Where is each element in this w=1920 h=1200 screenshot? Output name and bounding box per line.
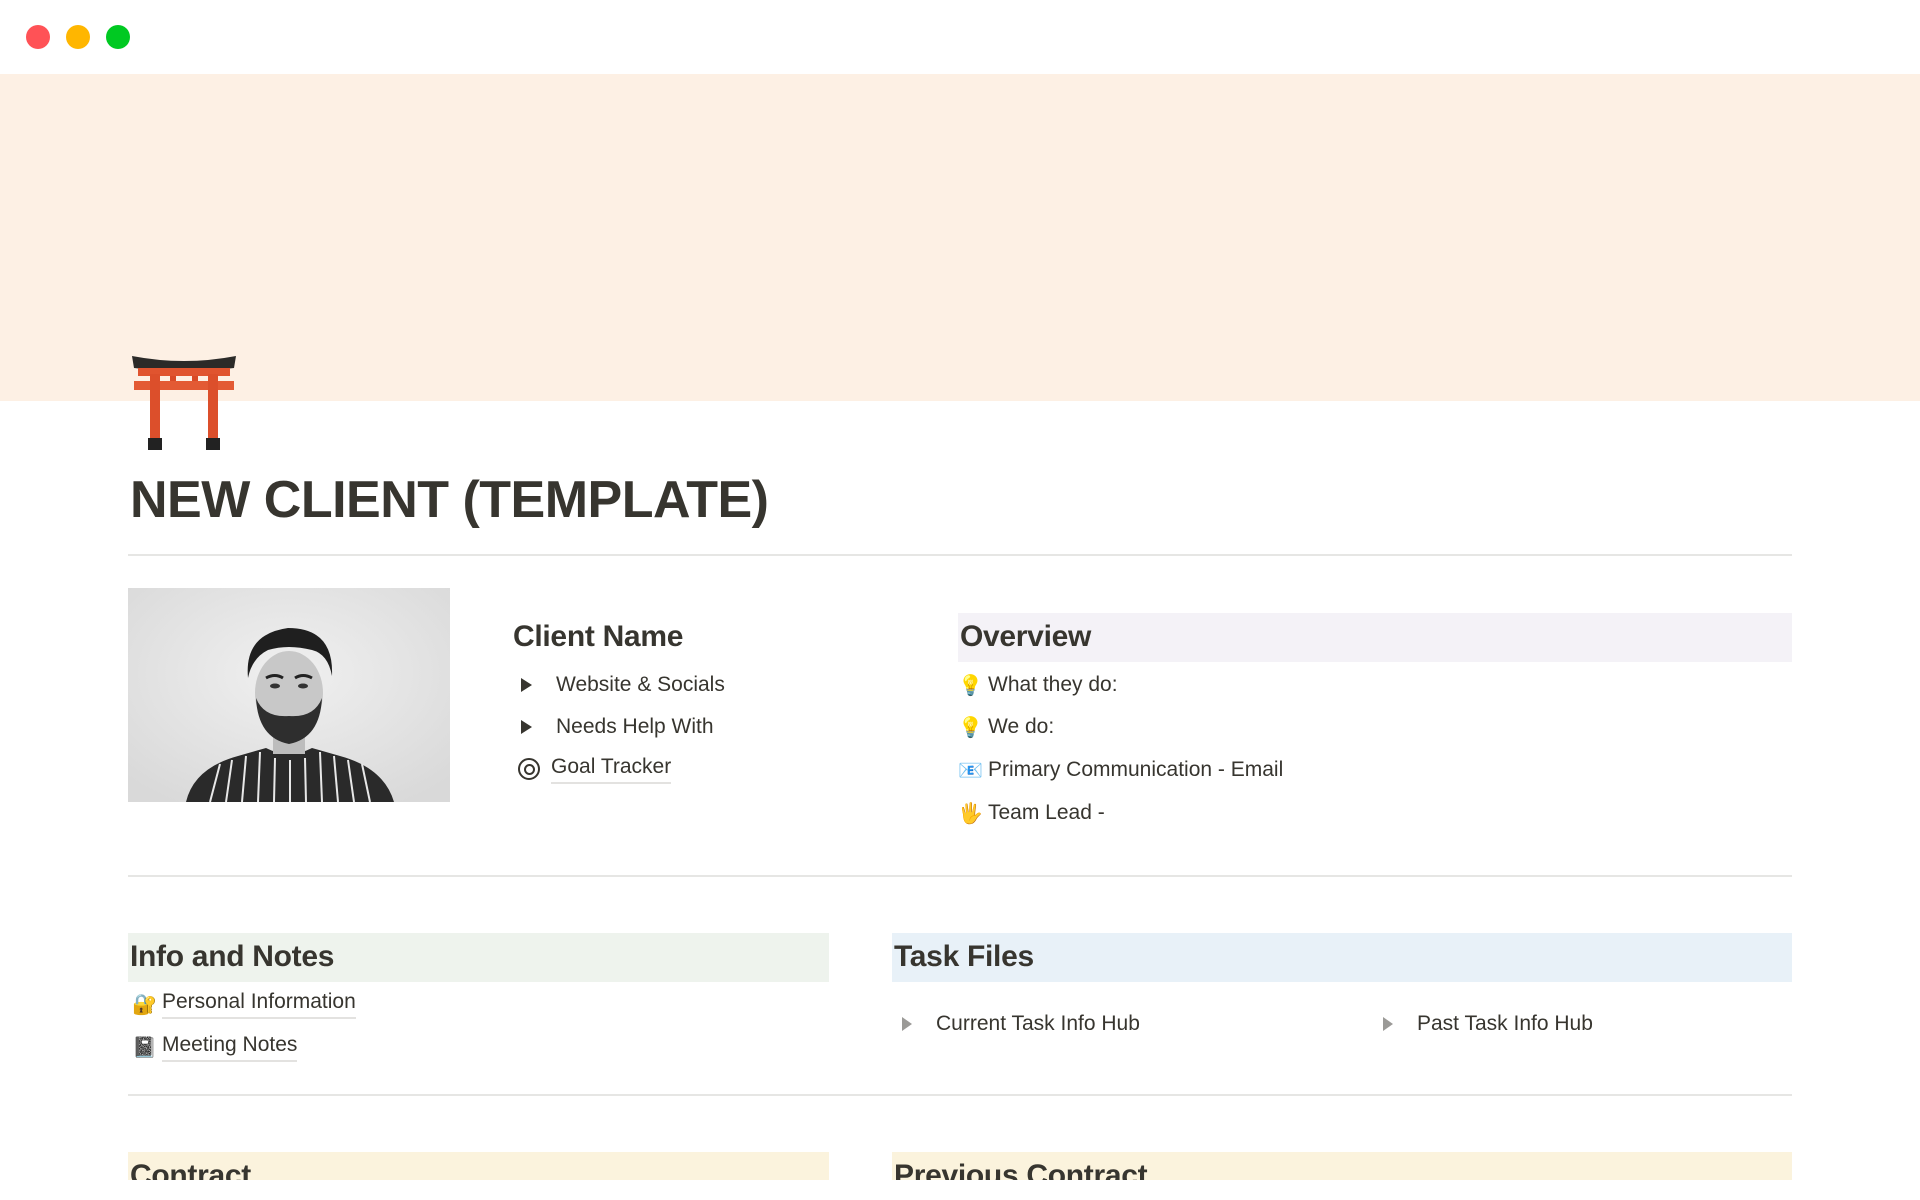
divider bbox=[128, 554, 1792, 556]
light-bulb-icon: 💡 bbox=[958, 674, 983, 697]
overview-item-what-they-do[interactable]: 💡 What they do: bbox=[958, 670, 1118, 700]
target-icon bbox=[518, 758, 540, 780]
page-link-label[interactable]: Goal Tracker bbox=[551, 754, 672, 784]
toggle-label: Current Task Info Hub bbox=[936, 1012, 1140, 1035]
page-link-personal-information[interactable]: 🔐 Personal Information bbox=[132, 989, 356, 1019]
overview-item-label: We do: bbox=[988, 715, 1055, 738]
toggle-label: Needs Help With bbox=[556, 715, 714, 738]
previous-contract-heading[interactable]: Previous Contract bbox=[894, 1159, 1148, 1180]
overview-heading[interactable]: Overview bbox=[960, 620, 1091, 654]
contract-heading[interactable]: Contract bbox=[130, 1159, 251, 1180]
previous-contract-heading-background: Previous Contract bbox=[892, 1152, 1792, 1180]
toggle-triangle-icon[interactable] bbox=[521, 720, 532, 734]
toggle-label: Website & Socials bbox=[556, 673, 725, 696]
toggle-triangle-icon[interactable] bbox=[521, 678, 532, 692]
overview-item-label: Team Lead - bbox=[988, 801, 1105, 824]
toggle-triangle-icon[interactable] bbox=[902, 1017, 912, 1031]
overview-item-we-do[interactable]: 💡 We do: bbox=[958, 712, 1054, 742]
minimize-window-button[interactable] bbox=[66, 25, 90, 49]
toggle-needs-help-with[interactable]: Needs Help With bbox=[513, 712, 714, 742]
torii-gate-icon[interactable] bbox=[130, 350, 238, 452]
toggle-label: Past Task Info Hub bbox=[1417, 1012, 1593, 1035]
close-window-button[interactable] bbox=[26, 25, 50, 49]
page-link-meeting-notes[interactable]: 📓 Meeting Notes bbox=[132, 1032, 298, 1062]
notebook-icon: 📓 bbox=[132, 1036, 157, 1059]
page-title[interactable]: NEW CLIENT (TEMPLATE) bbox=[130, 470, 769, 530]
toggle-current-task-info-hub[interactable]: Current Task Info Hub bbox=[894, 1009, 1140, 1039]
light-bulb-icon: 💡 bbox=[958, 716, 983, 739]
task-files-heading[interactable]: Task Files bbox=[894, 940, 1034, 974]
overview-item-team-lead[interactable]: 🖐 Team Lead - bbox=[958, 798, 1105, 828]
overview-item-label: What they do: bbox=[988, 673, 1118, 696]
contract-heading-background: Contract bbox=[128, 1152, 829, 1180]
toggle-website-socials[interactable]: Website & Socials bbox=[513, 670, 725, 700]
raised-hand-icon: 🖐 bbox=[958, 802, 983, 825]
toggle-past-task-info-hub[interactable]: Past Task Info Hub bbox=[1375, 1009, 1593, 1039]
client-portrait-photo[interactable] bbox=[128, 588, 450, 802]
divider bbox=[128, 875, 1792, 877]
client-name-heading[interactable]: Client Name bbox=[513, 620, 683, 654]
page-link-label[interactable]: Personal Information bbox=[162, 989, 356, 1019]
page-link-label[interactable]: Meeting Notes bbox=[162, 1032, 298, 1062]
toggle-triangle-icon[interactable] bbox=[1383, 1017, 1393, 1031]
info-notes-heading[interactable]: Info and Notes bbox=[130, 940, 334, 974]
window-titlebar bbox=[0, 0, 1920, 74]
overview-item-primary-communication[interactable]: 📧 Primary Communication - Email bbox=[958, 755, 1283, 785]
email-icon: 📧 bbox=[958, 759, 983, 782]
page-cover[interactable] bbox=[0, 74, 1920, 401]
lock-with-key-icon: 🔐 bbox=[132, 993, 157, 1016]
maximize-window-button[interactable] bbox=[106, 25, 130, 49]
overview-item-label: Primary Communication - Email bbox=[988, 758, 1284, 781]
divider bbox=[128, 1094, 1792, 1096]
page-link-goal-tracker[interactable]: Goal Tracker bbox=[513, 754, 672, 784]
